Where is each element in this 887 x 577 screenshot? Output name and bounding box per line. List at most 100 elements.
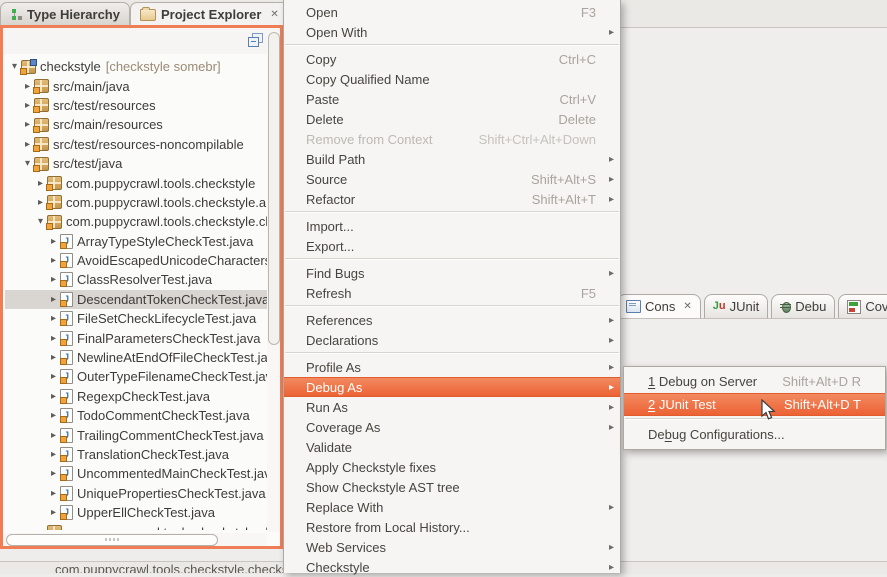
menu-item-paste[interactable]: PasteCtrl+V (284, 89, 620, 109)
tree-row-com-puppycrawl-tools-checkstyle-check[interactable]: ▾com.puppycrawl.tools.checkstyle.check (5, 212, 267, 231)
submenu-arrow-icon: ▸ (601, 542, 614, 553)
tree-row-trailingcommentchecktest-java[interactable]: ▸TrailingCommentCheckTest.java (5, 425, 267, 444)
view-tab-cons[interactable]: Cons✕ (617, 294, 701, 318)
menu-item-references[interactable]: References▸ (284, 310, 620, 330)
menu-item-copy[interactable]: CopyCtrl+C (284, 49, 620, 69)
menu-item-declarations[interactable]: Declarations▸ (284, 330, 620, 350)
package-icon (47, 215, 62, 229)
tree-row-src-test-resources[interactable]: ▸src/test/resources (5, 96, 267, 115)
tree-row-classresolvertest-java[interactable]: ▸ClassResolverTest.java (5, 270, 267, 289)
menu-item-import[interactable]: Import... (284, 216, 620, 236)
twistie-collapsed[interactable]: ▸ (47, 313, 60, 324)
tree-row-checkstyle[interactable]: ▾checkstyle[checkstyle somebr] (5, 57, 267, 76)
debug-icon (780, 301, 791, 313)
menu-item-open[interactable]: OpenF3 (284, 2, 620, 22)
twistie-collapsed[interactable]: ▸ (47, 255, 60, 266)
menu-item-export[interactable]: Export... (284, 236, 620, 256)
menu-item-apply-checkstyle-fixes[interactable]: Apply Checkstyle fixes (284, 457, 620, 477)
status-bar-selection-path: com.puppycrawl.tools.checkstyle.checks.D… (55, 562, 309, 573)
tree-row-com-puppycrawl-tools-checkstyle-api[interactable]: ▸com.puppycrawl.tools.checkstyle.api (5, 193, 267, 212)
menu-item-restore-from-local-history[interactable]: Restore from Local History... (284, 517, 620, 537)
java-file-icon (60, 486, 73, 501)
tab-project-explorer[interactable]: Project Explorer✕ (130, 2, 289, 25)
horizontal-scrollbar-thumb[interactable] (6, 534, 218, 546)
submenu-arrow-icon: ▸ (601, 502, 614, 513)
twistie-collapsed[interactable]: ▸ (47, 468, 60, 479)
java-file-icon (60, 389, 73, 404)
tree-row-src-main-java[interactable]: ▸src/main/java (5, 76, 267, 95)
tree-row-newlineatendoffilechecktest-java[interactable]: ▸NewlineAtEndOfFileCheckTest.java (5, 348, 267, 367)
twistie-collapsed[interactable]: ▸ (47, 352, 60, 363)
twistie-collapsed[interactable]: ▸ (47, 274, 60, 285)
menu-item-build-path[interactable]: Build Path▸ (284, 149, 620, 169)
twistie-collapsed[interactable]: ▸ (47, 333, 60, 344)
tree-row-translationchecktest-java[interactable]: ▸TranslationCheckTest.java (5, 445, 267, 464)
menu-item-checkstyle[interactable]: Checkstyle▸ (284, 557, 620, 577)
project-icon (21, 60, 36, 74)
tree-row-upperellchecktest-java[interactable]: ▸UpperEllCheckTest.java (5, 503, 267, 522)
menu-separator (284, 303, 620, 310)
java-file-icon (60, 272, 73, 287)
twistie-collapsed[interactable]: ▸ (47, 449, 60, 460)
twistie-collapsed[interactable]: ▸ (47, 294, 60, 305)
view-tab-junit[interactable]: JuJUnit (704, 294, 768, 318)
close-icon[interactable]: ✕ (683, 301, 691, 312)
java-file-icon (60, 311, 73, 326)
tree-vertical-scrollbar[interactable] (267, 31, 280, 532)
menu-item-replace-with[interactable]: Replace With▸ (284, 497, 620, 517)
tree-row-regexpchecktest-java[interactable]: ▸RegexpCheckTest.java (5, 387, 267, 406)
tree-row-todocommentchecktest-java[interactable]: ▸TodoCommentCheckTest.java (5, 406, 267, 425)
view-tab-cover[interactable]: Cover (838, 294, 887, 318)
view-tab-debu[interactable]: Debu (771, 294, 835, 318)
menu-item-web-services[interactable]: Web Services▸ (284, 537, 620, 557)
collapse-all-button[interactable] (246, 32, 264, 48)
tree-row-finalparameterschecktest-java[interactable]: ▸FinalParametersCheckTest.java (5, 328, 267, 347)
tree-row-src-test-java[interactable]: ▾src/test/java (5, 154, 267, 173)
tree-row-uniquepropertieschecktest-java[interactable]: ▸UniquePropertiesCheckTest.java (5, 484, 267, 503)
menu-item-profile-as[interactable]: Profile As▸ (284, 357, 620, 377)
tree-horizontal-scrollbar[interactable] (3, 533, 267, 546)
twistie-collapsed[interactable]: ▸ (47, 488, 60, 499)
tree-row-com-puppycrawl-tools-checkstyle-check[interactable]: ▸com.puppycrawl.tools.checkstyle.check (5, 522, 267, 530)
submenu-item-1-debug-on-server[interactable]: 1 Debug on ServerShift+Alt+D R (624, 370, 885, 393)
menu-item-debug-as[interactable]: Debug As▸ (284, 377, 620, 397)
tree-row-descendanttokenchecktest-java[interactable]: ▸DescendantTokenCheckTest.java (5, 290, 267, 309)
tree-row-avoidescapedunicodecharacterschec[interactable]: ▸AvoidEscapedUnicodeCharactersChec (5, 251, 267, 270)
menu-item-refactor[interactable]: RefactorShift+Alt+T▸ (284, 189, 620, 209)
menu-item-coverage-as[interactable]: Coverage As▸ (284, 417, 620, 437)
close-icon[interactable]: ✕ (270, 9, 278, 20)
menu-item-source[interactable]: SourceShift+Alt+S▸ (284, 169, 620, 189)
menu-item-find-bugs[interactable]: Find Bugs▸ (284, 263, 620, 283)
twistie-collapsed[interactable]: ▸ (47, 410, 60, 421)
submenu-item-2-junit-test[interactable]: 2 JUnit TestShift+Alt+D T (624, 393, 885, 416)
tree-row-outertypefilenamechecktest-java[interactable]: ▸OuterTypeFilenameCheckTest.java (5, 367, 267, 386)
twistie-collapsed[interactable]: ▸ (47, 236, 60, 247)
java-file-icon (60, 505, 73, 520)
twistie-collapsed[interactable]: ▸ (47, 507, 60, 518)
tree-row-src-test-resources-noncompilable[interactable]: ▸src/test/resources-noncompilable (5, 135, 267, 154)
submenu-item-debug-configurations[interactable]: Debug Configurations... (624, 423, 885, 446)
twistie-collapsed[interactable]: ▸ (34, 527, 47, 530)
tree-row-uncommentedmainchecktest-java[interactable]: ▸UncommentedMainCheckTest.java (5, 464, 267, 483)
menu-item-run-as[interactable]: Run As▸ (284, 397, 620, 417)
tree-row-com-puppycrawl-tools-checkstyle[interactable]: ▸com.puppycrawl.tools.checkstyle (5, 173, 267, 192)
twistie-collapsed[interactable]: ▸ (47, 371, 60, 382)
menu-item-show-checkstyle-ast-tree[interactable]: Show Checkstyle AST tree (284, 477, 620, 497)
twistie-collapsed[interactable]: ▸ (47, 430, 60, 441)
menu-item-validate[interactable]: Validate (284, 437, 620, 457)
tab-type-hierarchy[interactable]: Type Hierarchy (0, 2, 130, 25)
twistie-collapsed[interactable]: ▸ (47, 391, 60, 402)
source-folder-icon (34, 137, 49, 151)
tree-row-arraytypestylechecktest-java[interactable]: ▸ArrayTypeStyleCheckTest.java (5, 232, 267, 251)
vertical-scrollbar-thumb[interactable] (268, 32, 280, 345)
console-view-tab-bar: Cons✕JuJUnitDebuCover (617, 293, 887, 319)
menu-item-delete[interactable]: DeleteDelete (284, 109, 620, 129)
tree-row-src-main-resources[interactable]: ▸src/main/resources (5, 115, 267, 134)
menu-item-refresh[interactable]: RefreshF5 (284, 283, 620, 303)
menu-item-copy-qualified-name[interactable]: Copy Qualified Name (284, 69, 620, 89)
package-icon (47, 195, 62, 209)
tree-row-filesetchecklifecycletest-java[interactable]: ▸FileSetCheckLifecycleTest.java (5, 309, 267, 328)
project-explorer-panel: Type HierarchyProject Explorer✕ ▾checkst… (0, 0, 283, 561)
menu-item-remove-from-context: Remove from ContextShift+Ctrl+Alt+Down (284, 129, 620, 149)
menu-item-open-with[interactable]: Open With▸ (284, 22, 620, 42)
